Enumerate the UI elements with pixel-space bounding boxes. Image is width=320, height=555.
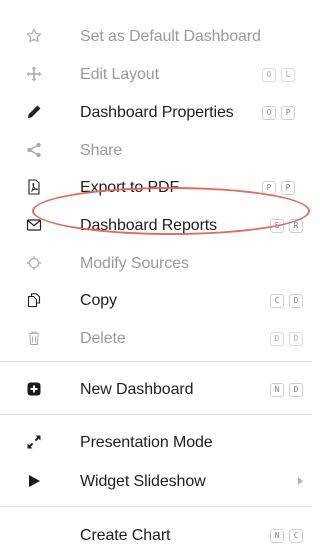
menu-item-copy[interactable]: Copy C D	[0, 286, 312, 314]
shortcut-key: R	[289, 219, 303, 233]
menu-item-set-default-dashboard: Set as Default Dashboard	[0, 22, 312, 50]
submenu-arrow-icon	[298, 477, 303, 485]
menu-item-label: Share	[80, 142, 123, 159]
menu-item-widget-slideshow[interactable]: Widget Slideshow	[0, 467, 312, 495]
menu-item-label: Presentation Mode	[80, 434, 213, 451]
shortcut-key: D	[289, 294, 303, 308]
shortcut-key: N	[270, 383, 284, 397]
menu-item-dashboard-reports[interactable]: Dashboard Reports S R	[0, 211, 312, 239]
shortcut-key: D	[289, 332, 303, 346]
menu-item-share: Share	[0, 136, 312, 164]
menu-item-label: Export to PDF	[80, 179, 180, 196]
shortcut-keys: P P	[262, 181, 295, 195]
menu-divider	[0, 361, 312, 362]
envelope-icon	[24, 215, 44, 235]
shortcut-key: L	[281, 68, 295, 82]
dashboard-context-menu: Set as Default Dashboard Edit Layout O L…	[0, 0, 312, 555]
menu-item-new-dashboard[interactable]: New Dashboard N D	[0, 375, 312, 403]
shortcut-key: C	[289, 529, 303, 543]
share-icon	[24, 140, 44, 160]
shortcut-keys: O L	[262, 68, 295, 82]
shortcut-key: O	[262, 106, 276, 120]
shortcut-key: N	[270, 529, 284, 543]
shortcut-keys: C D	[270, 294, 303, 308]
shortcut-keys: N D	[270, 383, 303, 397]
menu-item-label: Set as Default Dashboard	[80, 28, 261, 45]
menu-item-label: New Dashboard	[80, 381, 194, 398]
menu-item-label: Delete	[80, 330, 126, 347]
pdf-file-icon	[24, 177, 44, 197]
shortcut-key: P	[281, 181, 295, 195]
play-icon	[24, 471, 44, 491]
menu-item-label: Create Chart	[80, 527, 171, 544]
shortcut-key: P	[281, 106, 295, 120]
menu-item-presentation-mode[interactable]: Presentation Mode	[0, 428, 312, 456]
shortcut-keys: S R	[270, 219, 303, 233]
star-outline-icon	[24, 26, 44, 46]
menu-divider	[0, 506, 312, 507]
crosshair-icon	[24, 253, 44, 273]
plus-square-icon	[24, 379, 44, 399]
shortcut-key: S	[270, 219, 284, 233]
menu-item-create-chart[interactable]: Create Chart N C	[0, 521, 312, 549]
shortcut-key: O	[262, 68, 276, 82]
shortcut-keys: N C	[270, 529, 303, 543]
pencil-icon	[24, 102, 44, 122]
copy-icon	[24, 290, 44, 310]
shortcut-key: P	[262, 181, 276, 195]
expand-icon	[24, 432, 44, 452]
shortcut-key: D	[289, 383, 303, 397]
menu-item-dashboard-properties[interactable]: Dashboard Properties O P	[0, 98, 312, 126]
menu-item-label: Copy	[80, 292, 117, 309]
shortcut-key: C	[270, 294, 284, 308]
menu-item-export-pdf[interactable]: Export to PDF P P	[0, 173, 312, 201]
shortcut-keys: D D	[270, 332, 303, 346]
menu-item-label: Modify Sources	[80, 255, 189, 272]
shortcut-key: D	[270, 332, 284, 346]
menu-item-edit-layout: Edit Layout O L	[0, 60, 312, 88]
trash-icon	[24, 328, 44, 348]
shortcut-keys: O P	[262, 106, 295, 120]
menu-item-label: Edit Layout	[80, 66, 159, 83]
move-arrows-icon	[24, 64, 44, 84]
menu-item-label: Dashboard Reports	[80, 217, 218, 234]
menu-item-delete: Delete D D	[0, 324, 312, 352]
menu-item-modify-sources: Modify Sources	[0, 249, 312, 277]
menu-item-label: Dashboard Properties	[80, 104, 234, 121]
menu-item-label: Widget Slideshow	[80, 473, 206, 490]
menu-divider	[0, 414, 312, 415]
